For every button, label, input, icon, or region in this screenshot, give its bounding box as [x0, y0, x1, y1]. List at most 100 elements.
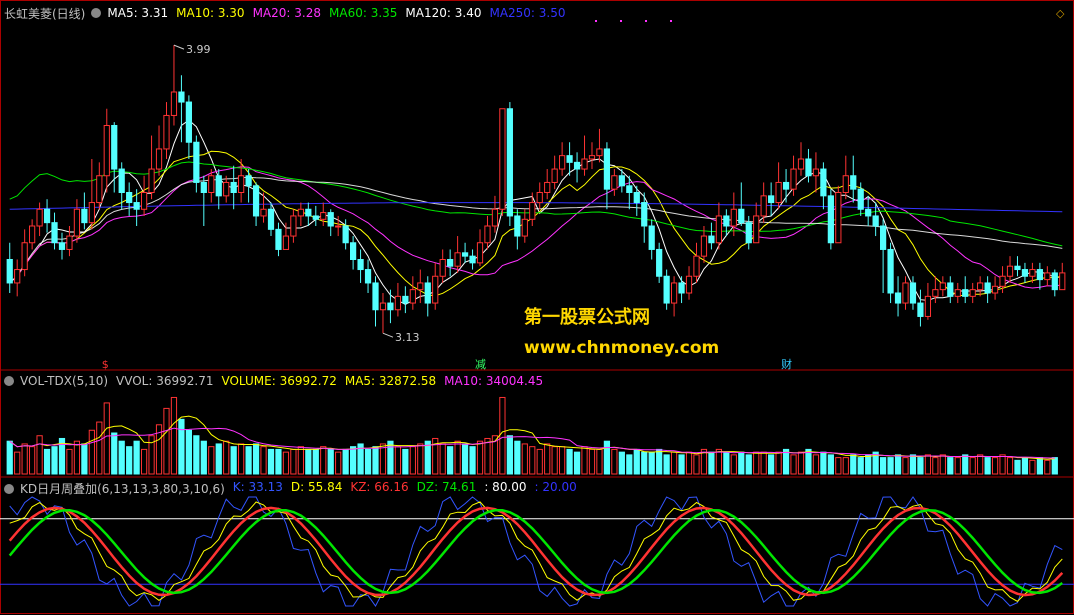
- volume-bar: [663, 454, 670, 475]
- candle-body: [118, 168, 125, 194]
- vol-item: MA5: 32872.58: [344, 374, 437, 388]
- collapse-toggle-icon[interactable]: [4, 483, 14, 494]
- candle-body: [230, 181, 237, 193]
- volume-bar: [805, 448, 812, 475]
- candle-body: [111, 125, 118, 170]
- candle-body: [1029, 269, 1036, 277]
- volume-bar: [417, 443, 424, 475]
- candle-body: [476, 242, 484, 264]
- candle-body: [417, 282, 424, 291]
- candle-body: [66, 235, 73, 250]
- candle-body: [484, 225, 491, 244]
- candle-body: [372, 282, 379, 311]
- candle-body: [596, 148, 603, 157]
- vol-item: MA10: 34004.45: [444, 374, 544, 388]
- volume-bar: [170, 396, 178, 475]
- volume-bar: [200, 440, 207, 475]
- kd-header: KD日月周叠加(6,13,13,3,80,3,10,6) K: 33.13 D: 5…: [4, 480, 577, 497]
- candle-body: [103, 125, 110, 177]
- volume-bar: [320, 446, 327, 475]
- kd-item: KD日月周叠加(6,13,13,3,80,3,10,6): [20, 482, 225, 496]
- volume-bar: [342, 448, 349, 475]
- kd-item: D: 55.84: [290, 480, 343, 494]
- candle-body: [260, 208, 267, 217]
- volume-bar: [461, 443, 469, 475]
- volume-bar: [641, 451, 648, 475]
- candle-body: [499, 108, 506, 210]
- candle-body: [865, 208, 872, 217]
- kd-k-line: [9, 496, 1063, 607]
- volume-bar: [730, 454, 737, 475]
- candle-body: [969, 289, 976, 297]
- volume-bar: [469, 446, 476, 475]
- candle-body: [58, 242, 66, 250]
- candle-body: [394, 295, 402, 311]
- candle-body: [297, 208, 304, 217]
- candle-body: [14, 269, 21, 284]
- candle-body: [290, 215, 297, 237]
- candle-body: [335, 225, 342, 228]
- volume-bar: [312, 448, 319, 475]
- volume-bar: [618, 451, 625, 475]
- candle-body: [454, 252, 461, 267]
- volume-bar: [797, 451, 805, 475]
- candle-body: [932, 289, 939, 297]
- candle-body: [379, 302, 387, 311]
- candle-body: [753, 215, 760, 244]
- candle-body: [208, 175, 215, 193]
- candle-body: [745, 222, 752, 244]
- volume-bar: [379, 443, 387, 475]
- candle-body: [327, 212, 334, 227]
- volume-bar: [685, 451, 693, 475]
- candle-body: [947, 282, 954, 297]
- volume-bar: [670, 451, 678, 475]
- candle-body: [461, 252, 469, 257]
- volume-bar: [887, 457, 894, 475]
- ma-legend: MA5: 3.31 MA10: 3.30 MA20: 3.28 MA60: 3.35 M…: [107, 6, 565, 20]
- volume-bar: [559, 446, 566, 475]
- volume-bar: [1014, 459, 1021, 475]
- top-dot-marker: [645, 20, 647, 22]
- volume-bar: [36, 435, 43, 475]
- candle-body: [1014, 265, 1021, 271]
- volume-bar: [880, 457, 887, 475]
- candle-body: [581, 158, 588, 170]
- volume-bar: [372, 446, 379, 475]
- volume-bar: [581, 446, 588, 475]
- stock-title[interactable]: 长虹美菱(日线): [4, 5, 85, 22]
- volume-bar: [588, 448, 596, 475]
- collapse-toggle-icon[interactable]: [91, 8, 102, 18]
- candle-body: [193, 141, 200, 183]
- kd-item: KZ: 66.16: [350, 480, 409, 494]
- candle-body: [797, 158, 805, 170]
- candle-body: [603, 148, 611, 190]
- candle-body: [96, 175, 103, 204]
- volume-bar: [148, 435, 155, 475]
- volume-bar: [484, 437, 491, 475]
- volume-bar: [447, 446, 454, 475]
- candle-body: [887, 248, 894, 294]
- candle-body: [342, 225, 349, 244]
- kd-item: K: 33.13: [232, 480, 283, 494]
- volume-bar: [43, 448, 51, 475]
- candle-body: [514, 215, 521, 237]
- volume-bar: [66, 448, 73, 475]
- candle-body: [200, 181, 207, 193]
- collapse-toggle-icon[interactable]: [4, 376, 14, 386]
- volume-bar: [103, 402, 110, 475]
- volume-bar: [305, 448, 312, 475]
- candle-body: [1021, 269, 1029, 277]
- volume-bar: [894, 454, 902, 475]
- candle-body: [1036, 269, 1043, 281]
- volume-bar: [514, 440, 521, 475]
- candle-body: [790, 168, 797, 190]
- candle-body: [43, 208, 51, 224]
- candle-body: [1059, 272, 1066, 291]
- vol-item: VVOL: 36992.71: [116, 374, 214, 388]
- volume-bar: [536, 448, 543, 475]
- candle-body: [126, 192, 133, 204]
- ma-item: MA250: 3.50: [489, 6, 566, 20]
- volume-bar: [193, 435, 200, 475]
- candle-body: [357, 259, 364, 271]
- volume-bar: [185, 429, 192, 475]
